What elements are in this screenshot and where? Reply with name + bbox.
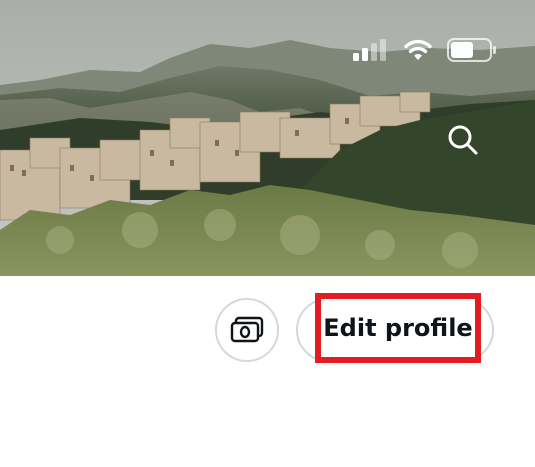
cellular-signal-icon — [353, 39, 386, 61]
tip-jar-button[interactable] — [215, 298, 279, 362]
search-icon — [448, 125, 478, 155]
profile-banner[interactable] — [0, 0, 535, 276]
status-bar — [353, 36, 497, 64]
battery-icon — [447, 38, 496, 62]
edit-profile-label: Edit profile — [323, 314, 473, 342]
money-icon — [230, 316, 264, 343]
wifi-icon — [404, 39, 432, 60]
search-button[interactable] — [441, 118, 485, 162]
edit-profile-highlight[interactable]: Edit profile — [315, 293, 481, 363]
